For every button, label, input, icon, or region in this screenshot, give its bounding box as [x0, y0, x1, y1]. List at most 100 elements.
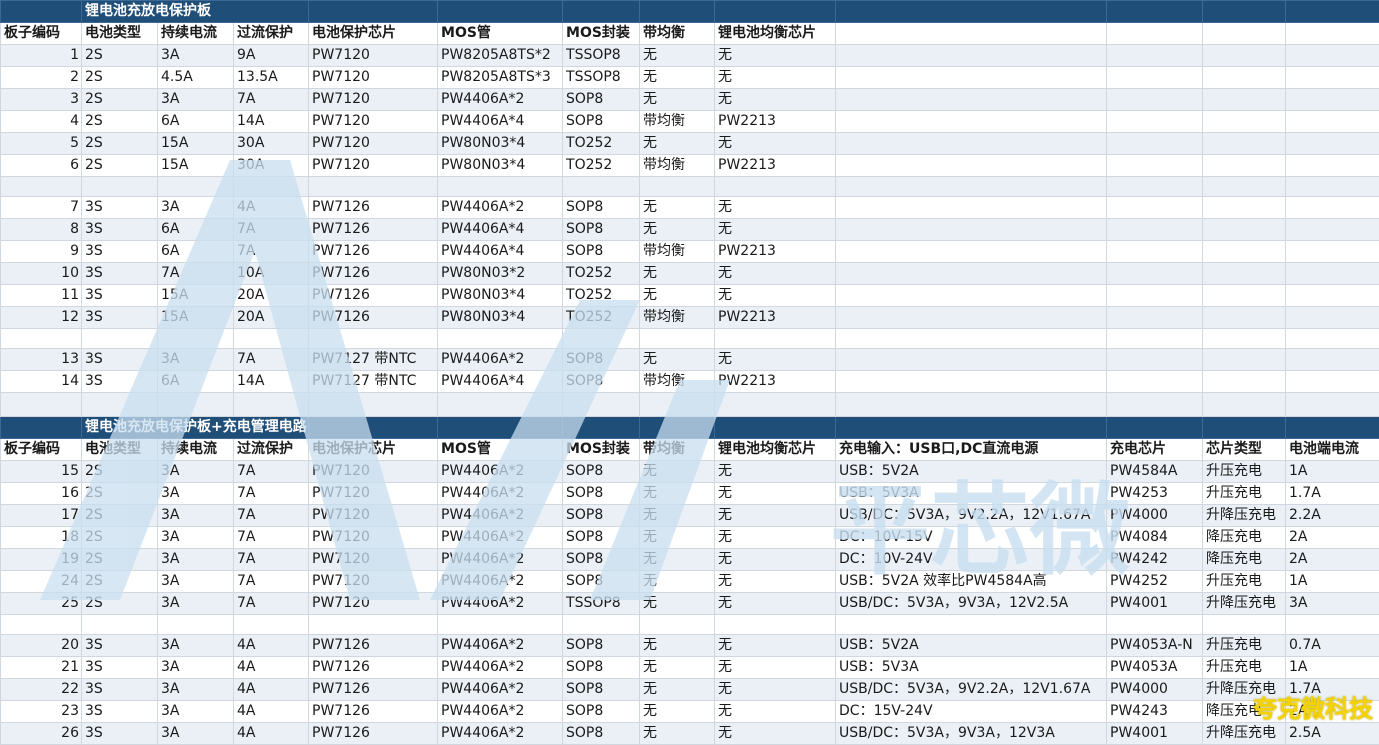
empty-cell[interactable] [1107, 155, 1203, 177]
column-header[interactable]: 充电输入：USB口,DC直流电源 [836, 439, 1107, 461]
empty-cell[interactable] [1286, 45, 1379, 67]
table-cell[interactable]: 6A [158, 241, 234, 263]
empty-cell[interactable] [82, 177, 158, 197]
board-id-cell[interactable]: 3 [1, 89, 82, 111]
table-cell[interactable]: SOP8 [563, 549, 640, 571]
empty-cell[interactable] [82, 615, 158, 635]
table-cell[interactable]: 无 [715, 635, 836, 657]
empty-cell[interactable] [1286, 219, 1379, 241]
table-cell[interactable]: 7A [234, 219, 309, 241]
table-cell[interactable]: 无 [715, 527, 836, 549]
empty-cell[interactable] [563, 393, 640, 417]
empty-cell[interactable] [1, 417, 82, 439]
table-cell[interactable]: 30A [234, 133, 309, 155]
empty-cell[interactable] [1107, 371, 1203, 393]
empty-cell[interactable] [1286, 89, 1379, 111]
empty-cell[interactable] [1286, 23, 1379, 45]
table-cell[interactable]: 4A [234, 657, 309, 679]
table-cell[interactable]: SOP8 [563, 349, 640, 371]
empty-cell[interactable] [1203, 45, 1286, 67]
empty-cell[interactable] [1203, 219, 1286, 241]
empty-cell[interactable] [1107, 329, 1203, 349]
table-cell[interactable]: 带均衡 [640, 111, 715, 133]
table-cell[interactable]: SOP8 [563, 197, 640, 219]
empty-cell[interactable] [309, 1, 438, 23]
empty-cell[interactable] [836, 263, 1107, 285]
board-id-cell[interactable]: 20 [1, 635, 82, 657]
column-header[interactable]: 电池保护芯片 [309, 23, 438, 45]
empty-cell[interactable] [836, 23, 1107, 45]
table-cell[interactable]: 7A [234, 89, 309, 111]
empty-cell[interactable] [836, 45, 1107, 67]
table-cell[interactable]: 无 [715, 549, 836, 571]
table-cell[interactable]: 降压充电 [1203, 549, 1286, 571]
column-header[interactable]: 带均衡 [640, 439, 715, 461]
table-cell[interactable]: PW4406A*2 [438, 701, 563, 723]
empty-cell[interactable] [82, 393, 158, 417]
table-cell[interactable]: 3A [158, 635, 234, 657]
table-cell[interactable]: 3A [158, 483, 234, 505]
empty-cell[interactable] [1107, 133, 1203, 155]
empty-cell[interactable] [82, 329, 158, 349]
table-cell[interactable]: SOP8 [563, 571, 640, 593]
table-cell[interactable]: 3S [82, 349, 158, 371]
table-cell[interactable]: 7A [234, 483, 309, 505]
empty-cell[interactable] [1286, 349, 1379, 371]
empty-cell[interactable] [1107, 197, 1203, 219]
table-cell[interactable]: PW4406A*2 [438, 483, 563, 505]
table-cell[interactable]: 15A [158, 307, 234, 329]
column-header[interactable]: 电池类型 [82, 23, 158, 45]
table-cell[interactable]: 无 [640, 527, 715, 549]
table-cell[interactable]: PW7127 带NTC [309, 371, 438, 393]
table-cell[interactable]: TSSOP8 [563, 45, 640, 67]
empty-cell[interactable] [836, 89, 1107, 111]
empty-cell[interactable] [1107, 219, 1203, 241]
table-cell[interactable]: 3A [158, 461, 234, 483]
empty-cell[interactable] [1286, 111, 1379, 133]
table-cell[interactable]: 无 [640, 285, 715, 307]
column-header[interactable]: 板子编码 [1, 23, 82, 45]
column-header[interactable]: 带均衡 [640, 23, 715, 45]
table-cell[interactable]: 升压充电 [1203, 461, 1286, 483]
empty-cell[interactable] [1203, 111, 1286, 133]
table-cell[interactable]: 无 [715, 133, 836, 155]
table-cell[interactable]: 2.5A [1286, 723, 1379, 745]
column-header[interactable]: 电池类型 [82, 439, 158, 461]
table-cell[interactable]: 无 [640, 133, 715, 155]
empty-cell[interactable] [836, 417, 1107, 439]
table-cell[interactable]: PW4001 [1107, 593, 1203, 615]
table-cell[interactable]: 20A [234, 307, 309, 329]
column-header[interactable]: 持续电流 [158, 23, 234, 45]
table-cell[interactable]: TO252 [563, 155, 640, 177]
board-id-cell[interactable]: 21 [1, 657, 82, 679]
table-cell[interactable]: PW4406A*2 [438, 657, 563, 679]
column-header[interactable]: MOS管 [438, 23, 563, 45]
table-cell[interactable]: 升压充电 [1203, 483, 1286, 505]
empty-cell[interactable] [563, 1, 640, 23]
table-cell[interactable]: 2S [82, 89, 158, 111]
table-cell[interactable]: 2S [82, 45, 158, 67]
table-cell[interactable]: 升降压充电 [1203, 723, 1286, 745]
table-cell[interactable]: 15A [158, 133, 234, 155]
table-cell[interactable]: 3S [82, 285, 158, 307]
empty-cell[interactable] [1203, 371, 1286, 393]
table-cell[interactable]: 6A [158, 219, 234, 241]
table-cell[interactable]: PW4252 [1107, 571, 1203, 593]
table-cell[interactable]: 2S [82, 593, 158, 615]
empty-cell[interactable] [836, 177, 1107, 197]
board-id-cell[interactable]: 19 [1, 549, 82, 571]
empty-cell[interactable] [158, 329, 234, 349]
empty-cell[interactable] [715, 329, 836, 349]
table-cell[interactable]: 无 [640, 679, 715, 701]
table-cell[interactable]: PW7126 [309, 197, 438, 219]
table-cell[interactable]: PW7120 [309, 527, 438, 549]
empty-cell[interactable] [309, 329, 438, 349]
table-cell[interactable]: PW7120 [309, 461, 438, 483]
table-cell[interactable]: DC：15V-24V [836, 701, 1107, 723]
table-cell[interactable]: PW2213 [715, 111, 836, 133]
table-cell[interactable]: 无 [640, 45, 715, 67]
table-cell[interactable]: 1.7A [1286, 483, 1379, 505]
table-cell[interactable]: 降压充电 [1203, 527, 1286, 549]
empty-cell[interactable] [1203, 241, 1286, 263]
table-cell[interactable]: USB/DC：5V3A，9V2.2A，12V1.67A [836, 679, 1107, 701]
